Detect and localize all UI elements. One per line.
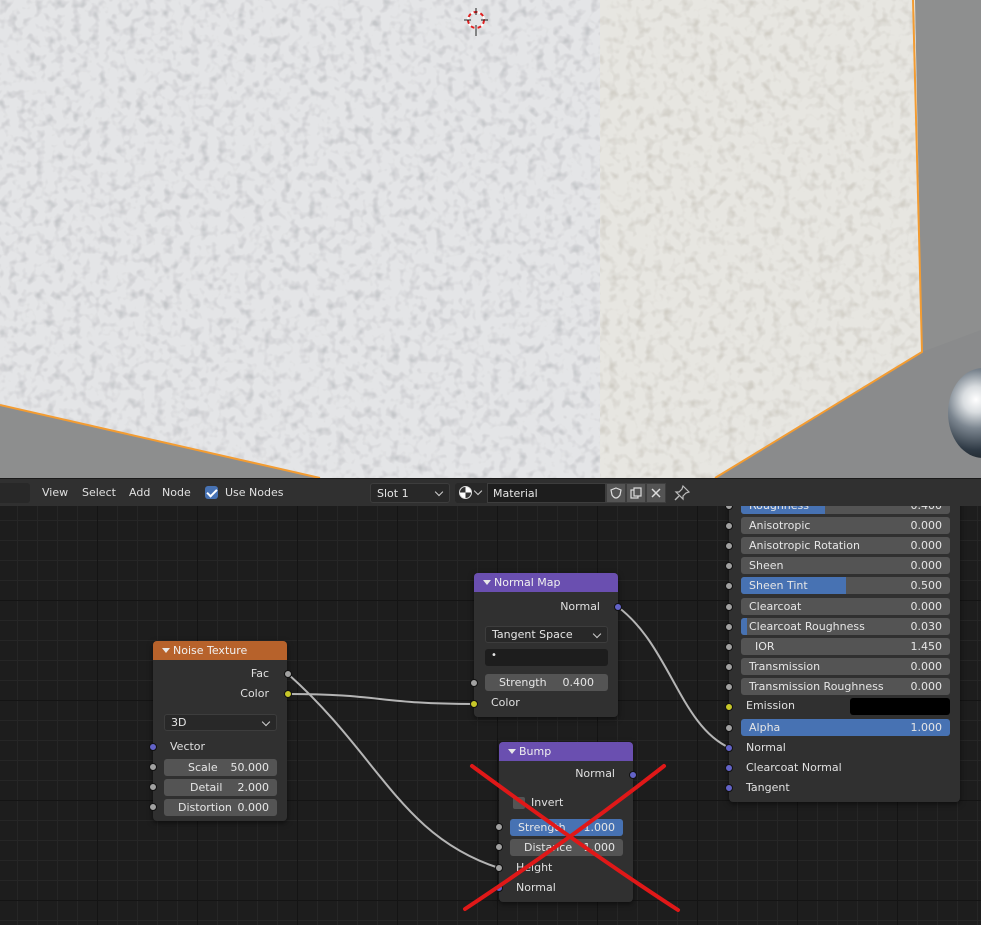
menu-node[interactable]: Node [162,486,191,499]
fake-user-button[interactable] [606,483,626,503]
pin-icon[interactable] [674,485,690,501]
menu-select[interactable]: Select [82,486,116,499]
use-nodes-checkbox[interactable] [205,486,218,499]
material-name-text: Material [493,487,538,500]
chevron-down-icon [473,486,483,496]
browse-material-dropdown[interactable] [455,483,487,503]
duplicate-icon [630,487,642,499]
chevron-down-icon [434,487,444,497]
slot-dropdown[interactable]: Slot 1 [370,483,450,503]
viewport-scene [0,0,981,478]
node-editor-canvas[interactable]: Noise Texture Fac Color 3D Vector Scale … [0,506,981,925]
material-name-field[interactable]: Material [487,483,606,503]
node-editor-header: View Select Add Node Use Nodes Slot 1 Ma… [0,478,981,506]
menu-view[interactable]: View [42,486,68,499]
3d-cursor-icon [464,8,488,36]
3d-viewport[interactable] [0,0,981,478]
editor-type-dropdown[interactable] [0,483,30,503]
material-sphere-icon [459,486,472,499]
new-material-button[interactable] [626,483,646,503]
menu-add[interactable]: Add [129,486,150,499]
close-icon [651,488,661,498]
use-nodes-label: Use Nodes [225,486,284,499]
red-x-annotation [463,764,680,912]
slot-label: Slot 1 [377,487,409,500]
shield-icon [610,487,622,499]
unlink-material-button[interactable] [646,483,666,503]
